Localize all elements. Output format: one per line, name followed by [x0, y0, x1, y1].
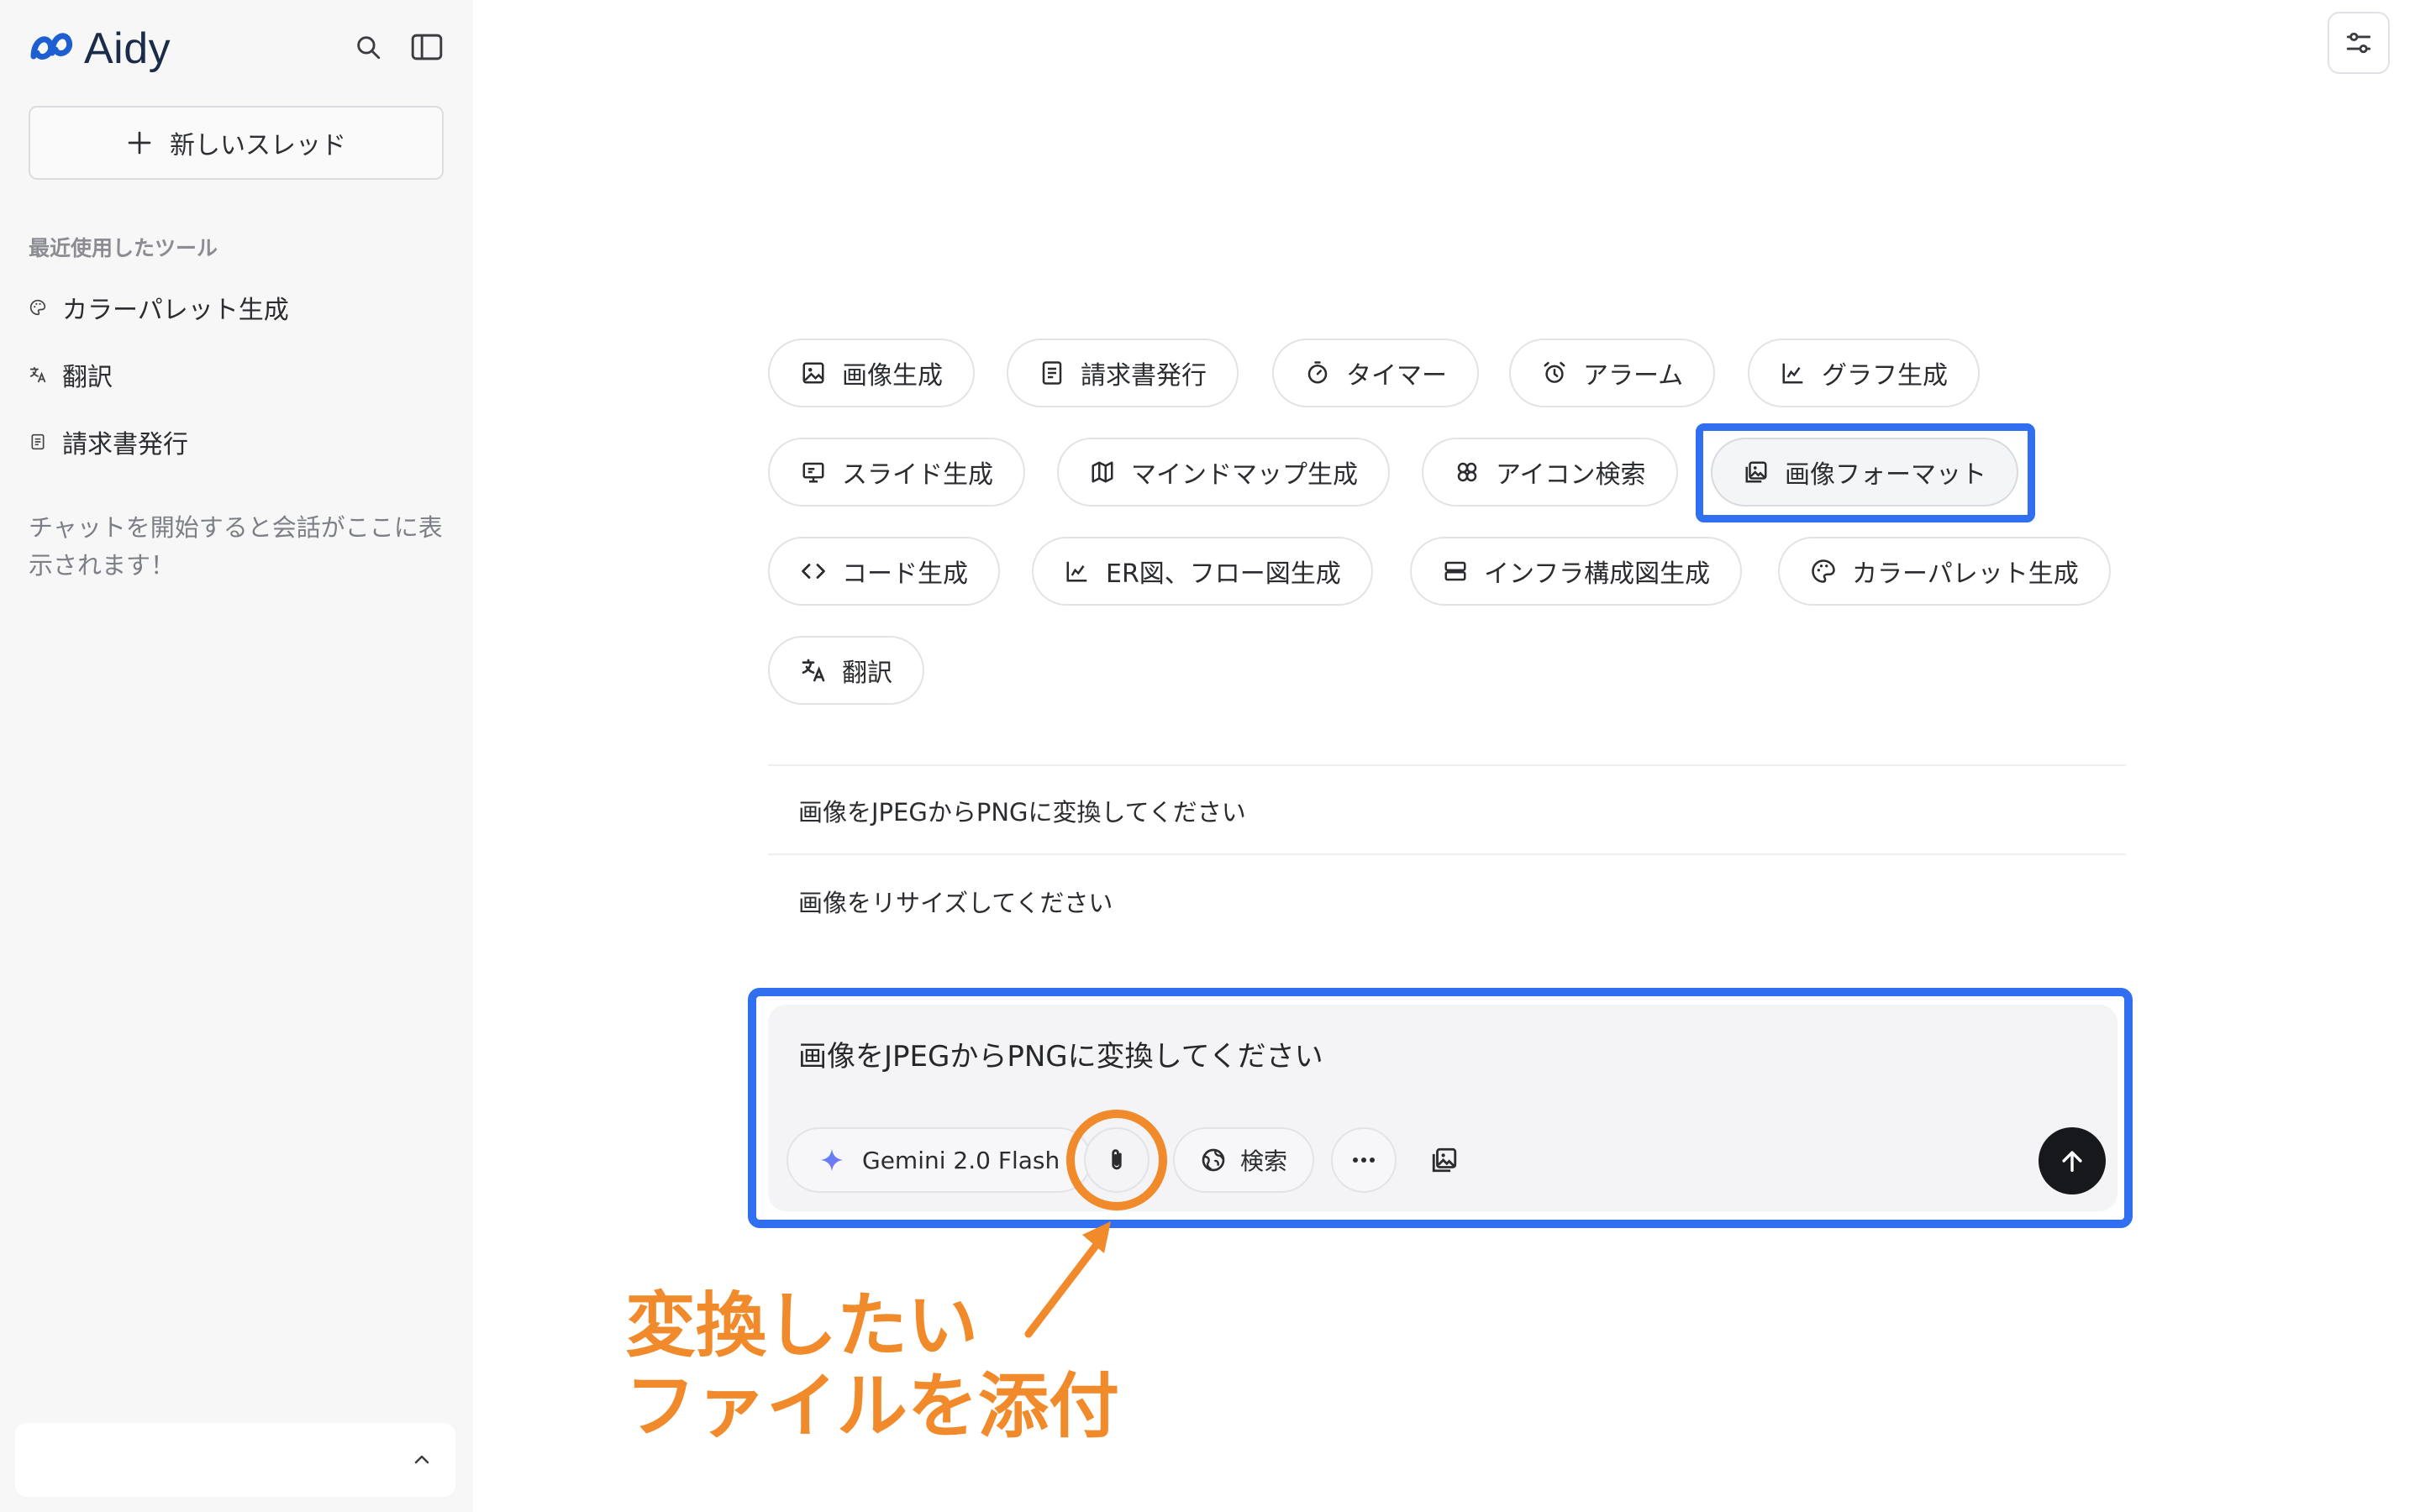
tool-chip-mindmap[interactable]: マインドマップ生成 — [1057, 438, 1390, 507]
toggle-sidebar-button[interactable] — [407, 27, 447, 67]
tool-chip-label: 請求書発行 — [1081, 361, 1207, 391]
translate-icon — [29, 365, 47, 384]
palette-icon — [1810, 558, 1837, 585]
globe-icon — [1202, 1148, 1225, 1172]
invoice-icon — [1039, 360, 1065, 386]
tool-chip-slides[interactable]: スライド生成 — [768, 438, 1025, 507]
tool-chip-palette[interactable]: カラーパレット生成 — [1778, 537, 2111, 606]
slides-icon — [800, 459, 827, 486]
suggestion-item[interactable]: 画像をリサイズしてください — [798, 884, 1113, 919]
recent-tools-heading: 最近使用したツール — [29, 236, 218, 260]
code-icon — [800, 558, 827, 585]
tool-chip-alarm[interactable]: アラーム — [1509, 339, 1716, 407]
aidy-logo-icon — [30, 33, 73, 60]
tool-chip-label: 翻訳 — [842, 659, 892, 688]
recent-item-palette[interactable]: カラーパレット生成 — [29, 289, 289, 326]
annotation-line: ファイルを添付 — [625, 1365, 1120, 1447]
tool-chip-timer[interactable]: タイマー — [1272, 339, 1479, 407]
gemini-sparkle-icon — [820, 1148, 844, 1172]
map-icon — [1089, 459, 1116, 486]
translate-icon — [800, 657, 827, 684]
alarm-icon — [1541, 360, 1568, 386]
tool-chip-infra[interactable]: インフラ構成図生成 — [1410, 537, 1743, 606]
web-search-label: 検索 — [1240, 1147, 1288, 1175]
chart-icon — [1064, 558, 1091, 585]
annotation-text: 変換したい ファイルを添付 — [625, 1285, 1119, 1446]
arrow-up-icon — [2062, 1151, 2082, 1173]
search-button[interactable] — [348, 27, 388, 67]
highlight-box-image-format — [1696, 423, 2035, 522]
timer-icon — [1304, 360, 1331, 386]
tool-chip-code[interactable]: コード生成 — [768, 537, 1000, 606]
palette-icon — [29, 298, 47, 317]
recent-item-invoice[interactable]: 請求書発行 — [29, 423, 188, 460]
recent-item-label: カラーパレット生成 — [62, 296, 289, 325]
tool-chip-label: 画像生成 — [842, 361, 943, 391]
tool-chip-label: カラーパレット生成 — [1852, 559, 2079, 589]
divider — [768, 853, 2126, 855]
send-button[interactable] — [2039, 1127, 2106, 1194]
recent-item-label: 翻訳 — [62, 363, 113, 392]
tool-chip-label: ER図、フロー図生成 — [1106, 559, 1341, 589]
suggestion-item[interactable]: 画像をJPEGからPNGに変換してください — [798, 793, 1246, 828]
tool-chip-label: マインドマップ生成 — [1131, 460, 1358, 490]
ellipsis-icon — [1353, 1158, 1375, 1163]
tool-chip-label: タイマー — [1346, 361, 1447, 391]
image-format-tool-button[interactable] — [1412, 1127, 1477, 1193]
icons-icon — [1454, 459, 1481, 486]
tool-chip-label: アラーム — [1583, 361, 1684, 391]
image-icon — [800, 360, 827, 386]
search-icon — [357, 36, 381, 60]
tool-chip-label: スライド生成 — [842, 460, 993, 490]
app-name: Aidy — [84, 24, 171, 73]
sliders-icon — [2346, 32, 2371, 54]
model-selector[interactable]: Gemini 2.0 Flash — [786, 1127, 1092, 1193]
user-menu[interactable] — [15, 1423, 455, 1497]
new-thread-button[interactable]: 新しいスレッド — [29, 106, 444, 180]
settings-button[interactable] — [2328, 12, 2390, 74]
message-input[interactable]: 画像をJPEGからPNGに変換してください — [798, 1033, 1323, 1074]
server-icon — [1442, 558, 1469, 585]
tool-chip-icon-search[interactable]: アイコン検索 — [1422, 438, 1678, 507]
tool-chip-er-flow[interactable]: ER図、フロー図生成 — [1032, 537, 1373, 606]
tool-chip-label: グラフ生成 — [1822, 361, 1948, 391]
annotation-line: 変換したい — [625, 1284, 979, 1367]
new-thread-label: 新しいスレッド — [170, 131, 346, 160]
tool-chip-image-generation[interactable]: 画像生成 — [768, 339, 975, 407]
sidebar-panel-icon — [411, 34, 443, 60]
tool-chip-graph[interactable]: グラフ生成 — [1748, 339, 1980, 407]
chart-icon — [1780, 360, 1807, 386]
invoice-icon — [29, 433, 47, 451]
sidebar: Aidy 新しいスレッド 最近使用したツール カラーパレット生成 翻訳 請求書発… — [0, 0, 473, 1512]
tool-chip-label: コード生成 — [842, 559, 968, 589]
attach-annotation-circle — [1066, 1110, 1167, 1210]
app-logo[interactable]: Aidy — [29, 24, 171, 74]
tool-chip-label: インフラ構成図生成 — [1484, 559, 1711, 589]
plus-icon — [128, 131, 151, 155]
empty-history-message: チャットを開始すると会話がここに表示されます！ — [29, 513, 443, 580]
recent-item-translate[interactable]: 翻訳 — [29, 356, 113, 393]
chevron-up-icon — [403, 1441, 440, 1478]
tool-chip-label: アイコン検索 — [1496, 460, 1646, 490]
divider — [768, 764, 2126, 766]
web-search-button[interactable]: 検索 — [1173, 1127, 1315, 1193]
model-name: Gemini 2.0 Flash — [862, 1146, 1060, 1174]
more-options-button[interactable] — [1331, 1127, 1397, 1193]
tool-chip-translate[interactable]: 翻訳 — [768, 636, 924, 705]
tool-chip-invoice[interactable]: 請求書発行 — [1007, 339, 1239, 407]
image-format-icon — [1432, 1147, 1457, 1173]
composer: 画像をJPEGからPNGに変換してください Gemini 2.0 Flash 検… — [768, 1005, 2118, 1211]
recent-item-label: 請求書発行 — [62, 430, 188, 459]
